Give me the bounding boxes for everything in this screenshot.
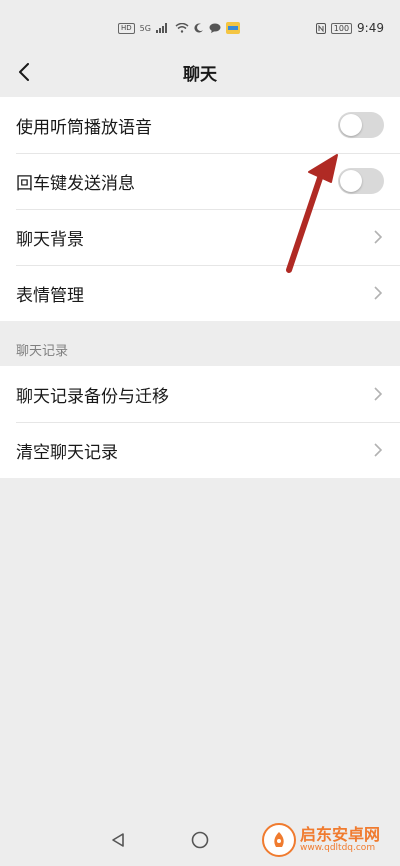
watermark-text: 启东安卓网 www.qdltdq.com xyxy=(300,826,380,853)
chevron-right-icon xyxy=(372,386,384,402)
enter-send-toggle[interactable] xyxy=(338,168,384,194)
chat-icon xyxy=(209,23,221,33)
setting-row-backup-migrate[interactable]: 聊天记录备份与迁移 xyxy=(0,366,400,422)
clock: 9:49 xyxy=(357,21,384,35)
setting-label: 使用听筒播放语音 xyxy=(16,117,152,138)
circle-home-icon xyxy=(191,831,209,849)
moon-icon xyxy=(194,23,203,33)
hd-badge: HD xyxy=(118,22,135,34)
nfc-icon xyxy=(315,22,326,34)
setting-row-earpiece-playback[interactable]: 使用听筒播放语音 xyxy=(0,97,400,153)
triangle-back-icon xyxy=(112,833,124,847)
system-home-button[interactable] xyxy=(188,828,212,852)
section-header-chat-history: 聊天记录 xyxy=(16,344,69,359)
settings-group-chat-history: 聊天记录备份与迁移 清空聊天记录 xyxy=(0,366,400,478)
setting-label: 清空聊天记录 xyxy=(16,442,118,463)
chevron-right-icon xyxy=(372,442,384,458)
earpiece-toggle[interactable] xyxy=(338,112,384,138)
chevron-right-icon xyxy=(372,285,384,301)
setting-label: 聊天记录备份与迁移 xyxy=(16,386,169,407)
battery-indicator: 100 xyxy=(330,22,353,34)
setting-row-enter-to-send[interactable]: 回车键发送消息 xyxy=(0,153,400,209)
settings-group-general: 使用听筒播放语音 回车键发送消息 聊天背景 表情管理 xyxy=(0,97,400,321)
system-back-button[interactable] xyxy=(106,828,130,852)
page-title: 聊天 xyxy=(183,64,217,85)
chevron-left-icon xyxy=(19,63,29,81)
nav-bar: 聊天 xyxy=(0,48,400,96)
status-icons-right: 100 9:49 xyxy=(315,21,384,35)
app-notification-icon xyxy=(225,22,240,34)
setting-row-chat-background[interactable]: 聊天背景 xyxy=(0,209,400,265)
status-icons-left: HD 5G xyxy=(118,22,240,34)
setting-row-clear-history[interactable]: 清空聊天记录 xyxy=(0,422,400,478)
setting-row-sticker-management[interactable]: 表情管理 xyxy=(0,265,400,321)
watermark: 启东安卓网 www.qdltdq.com xyxy=(262,818,396,862)
setting-label: 表情管理 xyxy=(16,285,84,306)
watermark-url: www.qdltdq.com xyxy=(300,842,376,853)
toggle-knob xyxy=(340,114,362,136)
watermark-title: 启东安卓网 xyxy=(300,825,381,845)
signal-label: 5G xyxy=(139,23,151,33)
chevron-right-icon xyxy=(372,229,384,245)
signal-icon xyxy=(155,23,167,33)
wifi-icon xyxy=(175,23,189,33)
back-button[interactable] xyxy=(8,56,40,88)
toggle-knob xyxy=(340,170,362,192)
setting-label: 回车键发送消息 xyxy=(16,173,135,194)
setting-label: 聊天背景 xyxy=(16,229,84,250)
watermark-logo-icon xyxy=(262,823,296,857)
